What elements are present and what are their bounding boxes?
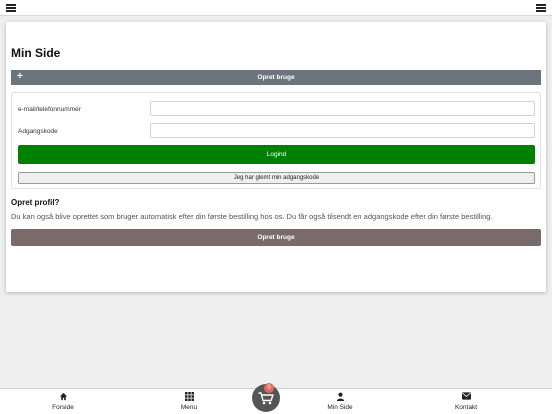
- login-form: e-mail/telefonnummer Adgangskode Logind …: [11, 92, 541, 189]
- top-bar: [0, 0, 552, 16]
- nav-label-forside: Forside: [52, 404, 74, 411]
- hamburger-menu-icon[interactable]: [6, 4, 16, 12]
- email-field[interactable]: [150, 101, 535, 116]
- nav-item-kontakt[interactable]: Kontakt: [436, 392, 496, 411]
- create-user-button[interactable]: Opret bruge: [11, 229, 541, 246]
- nav-item-menu[interactable]: Menu: [159, 392, 219, 411]
- grid-icon: [159, 392, 219, 401]
- create-user-bar-label: Opret bruge: [257, 74, 295, 81]
- password-field[interactable]: [150, 123, 535, 138]
- nav-item-forside[interactable]: Forside: [33, 392, 93, 411]
- nav-label-menu: Menu: [180, 404, 198, 411]
- create-user-bar[interactable]: + Opret bruge: [11, 70, 541, 85]
- nav-item-min-side[interactable]: Min Side: [310, 392, 370, 411]
- user-icon: [310, 392, 370, 401]
- nav-label-min-side: Min Side: [327, 404, 353, 411]
- email-label: e-mail/telefonnummer: [18, 106, 81, 113]
- home-icon: [33, 392, 93, 401]
- envelope-icon: [436, 392, 496, 401]
- password-label: Adgangskode: [18, 128, 58, 135]
- cart-count-badge: 0: [264, 383, 274, 393]
- cart-button[interactable]: 0: [252, 383, 280, 412]
- main-card: Min Side + Opret bruge e-mail/telefonnum…: [6, 22, 546, 292]
- nav-label-kontakt: Kontakt: [454, 404, 478, 411]
- forgot-password-button[interactable]: Jeg har glemt min adgangskode: [18, 172, 535, 184]
- cart-icon: [258, 392, 274, 405]
- create-profile-text: Du kan også blive oprettet som bruger au…: [11, 212, 493, 221]
- login-button[interactable]: Logind: [18, 145, 535, 164]
- hamburger-menu-icon-right[interactable]: [536, 4, 546, 12]
- create-profile-heading: Opret profil?: [11, 198, 60, 207]
- page-title: Min Side: [11, 46, 61, 60]
